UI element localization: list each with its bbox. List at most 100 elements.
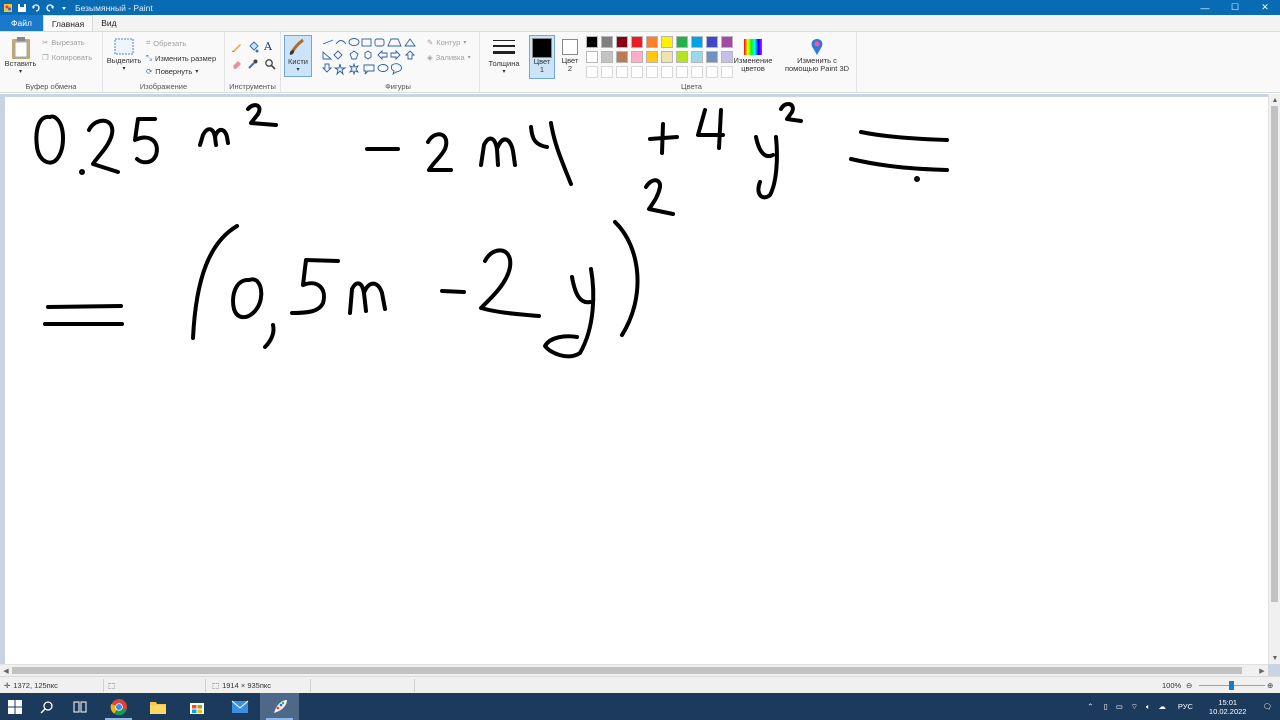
zoom-in-icon[interactable]: ⊕ [1267,677,1273,694]
palette-swatch[interactable] [661,36,673,48]
fill-bucket-icon[interactable] [247,41,259,53]
scroll-down-icon[interactable]: ▼ [1269,652,1280,664]
palette-swatch[interactable] [601,51,613,63]
start-button[interactable] [0,693,30,720]
palette-swatch[interactable] [691,51,703,63]
eraser-icon[interactable] [231,58,243,70]
status-divider [414,679,415,692]
vertical-scroll-thumb[interactable] [1271,106,1278,602]
color-palette [586,36,734,79]
brushes-button[interactable]: Кисти ▾ [284,35,312,77]
wifi-icon[interactable]: ⌔ [1127,702,1142,712]
copy-button[interactable]: ❐ Копировать [42,53,92,62]
resize-button[interactable]: ⤡ Изменить размер [146,53,216,63]
paint3d-button[interactable]: Изменить с помощью Paint 3D [782,37,852,73]
chrome-icon [110,698,127,715]
input-language[interactable]: РУС [1170,702,1201,711]
custom-color-slot[interactable] [616,66,628,78]
paint-app-icon [4,3,12,12]
taskbar-store[interactable] [177,693,216,720]
palette-swatch[interactable] [631,51,643,63]
palette-swatch[interactable] [691,36,703,48]
text-tool-icon[interactable]: A [264,40,272,53]
palette-swatch[interactable] [676,51,688,63]
outline-button[interactable]: ✎ Контур ▾ [427,38,466,47]
taskbar-mail[interactable] [220,693,259,720]
custom-color-slot[interactable] [631,66,643,78]
save-icon[interactable] [17,3,27,13]
tray-overflow-icon[interactable]: ⌃ [1081,702,1099,711]
zoom-slider-thumb[interactable] [1229,681,1234,690]
custom-color-slot[interactable] [706,66,718,78]
custom-color-slot[interactable] [601,66,613,78]
palette-swatch[interactable] [586,36,598,48]
notifications-icon[interactable]: 🗨︎ [1254,702,1280,711]
palette-swatch[interactable] [646,36,658,48]
image-group-label: Изображение [139,82,188,91]
pencil-icon[interactable] [231,41,243,53]
paste-button[interactable]: Вставить ▾ [4,36,37,76]
customize-quick-access-icon[interactable] [59,3,69,13]
palette-swatch[interactable] [676,36,688,48]
scroll-up-icon[interactable]: ▲ [1269,94,1280,106]
tab-view[interactable]: Вид [93,15,124,31]
color-picker-icon[interactable] [247,58,259,70]
color1-label-line2: 1 [539,65,545,74]
custom-color-slot[interactable] [586,66,598,78]
vertical-scrollbar[interactable]: ▲ ▼ [1268,94,1280,664]
fill-button[interactable]: ◈ Заливка ▾ [427,53,471,62]
shapes-gallery-icon[interactable] [321,38,421,78]
onedrive-icon[interactable]: ☁︎ [1154,702,1170,711]
color1-button[interactable]: Цвет 1 [529,35,555,79]
custom-color-slot[interactable] [646,66,658,78]
task-view-button[interactable] [64,693,96,720]
select-button[interactable]: Выделить ▾ [105,37,143,73]
palette-swatch[interactable] [601,36,613,48]
palette-swatch[interactable] [631,36,643,48]
horizontal-scroll-thumb[interactable] [12,667,1242,674]
undo-icon[interactable] [31,3,41,13]
zoom-out-icon[interactable]: ⊖ [1186,677,1192,694]
tab-home[interactable]: Главная [42,15,94,31]
drawing-canvas[interactable] [5,97,1268,666]
cut-button[interactable]: ✂ Вырезать [42,38,85,47]
custom-color-slot[interactable] [676,66,688,78]
resize-icon: ⤡ [146,53,152,62]
palette-swatch[interactable] [586,51,598,63]
custom-color-slot[interactable] [661,66,673,78]
crop-button[interactable]: ⌗ Обрезать [146,38,186,48]
color2-button[interactable]: Цвет 2 [558,35,582,79]
volume-icon[interactable]: 🔈︎ [1142,702,1155,712]
cursor-position-icon: ✛ [4,681,11,690]
palette-swatch[interactable] [616,36,628,48]
palette-swatch[interactable] [646,51,658,63]
taskbar-file-explorer[interactable] [138,693,177,720]
battery-icon[interactable]: ▯ [1100,702,1112,711]
rotate-button[interactable]: ⟳ Повернуть ▾ [146,67,198,76]
palette-swatch[interactable] [616,51,628,63]
fill-icon: ◈ [427,53,433,62]
crop-label: Обрезать [153,38,187,48]
close-button[interactable]: ✕ [1250,0,1280,15]
paste-icon [11,37,30,59]
palette-swatch[interactable] [706,36,718,48]
brushes-group: Кисти ▾ [281,32,317,93]
edit-colors-button[interactable]: Изменение цветов [731,37,775,73]
redo-icon[interactable] [45,3,55,13]
network-icon[interactable]: ▭ [1112,702,1127,711]
colors-group-label: Цвета [681,82,702,91]
taskbar-chrome[interactable] [99,693,138,720]
size-button[interactable]: Толщина ▾ [487,38,521,76]
search-button[interactable] [30,693,64,720]
horizontal-scrollbar[interactable]: ◀ ▶ [0,664,1268,676]
minimize-button[interactable]: — [1190,0,1220,15]
magnifier-icon[interactable] [264,58,276,70]
tab-file[interactable]: Файл [0,15,43,31]
chevron-down-icon: ▾ [296,67,300,73]
maximize-button[interactable]: ☐ [1220,0,1250,15]
palette-swatch[interactable] [706,51,718,63]
custom-color-slot[interactable] [691,66,703,78]
clock[interactable]: 15:01 10.02.2022 [1201,698,1255,716]
taskbar-paint[interactable] [260,693,299,720]
palette-swatch[interactable] [661,51,673,63]
